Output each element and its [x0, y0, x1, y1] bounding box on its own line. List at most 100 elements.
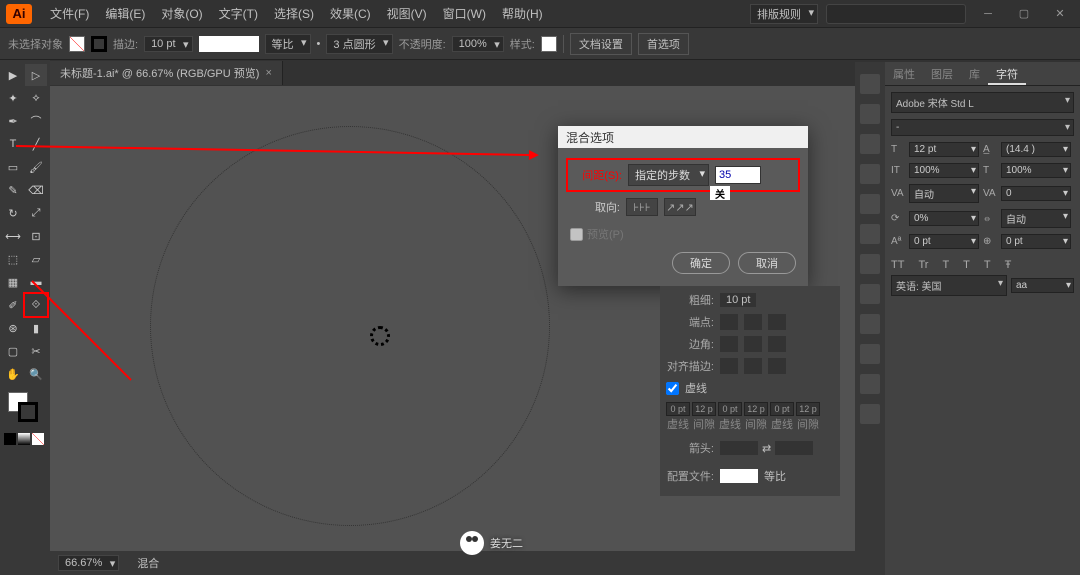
cancel-button[interactable]: 取消 [738, 252, 796, 274]
ok-button[interactable]: 确定 [672, 252, 730, 274]
rotation-input[interactable]: 0% [909, 211, 979, 226]
zoom-dropdown[interactable]: 66.67% [58, 555, 119, 571]
stroke-profile-dropdown[interactable]: 3 点圆形 [326, 34, 392, 54]
stroke-swatch[interactable] [91, 36, 107, 52]
sp-weight-value[interactable]: 10 pt [720, 293, 756, 307]
menu-effect[interactable]: 效果(C) [322, 5, 379, 22]
dock-stroke-icon[interactable] [860, 194, 880, 214]
panel-tab-libraries[interactable]: 库 [961, 62, 988, 85]
dash-val-1[interactable] [692, 402, 716, 416]
corner-round[interactable] [744, 336, 762, 352]
cap-butt[interactable] [720, 314, 738, 330]
minimize-icon[interactable]: ─ [974, 4, 1002, 24]
dock-swatches-icon[interactable] [860, 104, 880, 124]
rotation2-input[interactable]: 自动 [1001, 209, 1071, 228]
leading-input[interactable]: (14.4 ) [1001, 142, 1071, 157]
color-mode-switches[interactable] [2, 431, 48, 447]
dash-val-3[interactable] [744, 402, 768, 416]
align-center[interactable] [720, 358, 738, 374]
pen-tool[interactable]: ✒ [2, 110, 24, 132]
maximize-icon[interactable]: ▢ [1010, 4, 1038, 24]
close-icon[interactable]: ✕ [1046, 4, 1074, 24]
menu-help[interactable]: 帮助(H) [494, 5, 551, 22]
graphic-style-swatch[interactable] [541, 36, 557, 52]
tracking-input[interactable]: 0 [1001, 186, 1071, 201]
stroke-ratio-dropdown[interactable]: 等比 [265, 34, 311, 54]
profile-preview[interactable] [720, 469, 758, 483]
align-outside[interactable] [768, 358, 786, 374]
panel-tab-properties[interactable]: 属性 [885, 62, 923, 85]
direct-selection-tool[interactable]: ▷ [25, 64, 47, 86]
fill-stroke-indicator[interactable] [2, 386, 48, 430]
dash-val-0[interactable] [666, 402, 690, 416]
font-style-dropdown[interactable]: - [891, 119, 1074, 136]
menu-type[interactable]: 文字(T) [211, 5, 266, 22]
language-dropdown[interactable]: 英语: 美国 [891, 275, 1007, 296]
preferences-button[interactable]: 首选项 [638, 33, 689, 55]
lasso-tool[interactable]: ⟡ [25, 87, 47, 109]
artwork-small-circle[interactable] [370, 326, 390, 346]
hscale-input[interactable]: 100% [1001, 163, 1071, 178]
dock-appearance-icon[interactable] [860, 284, 880, 304]
zoom-tool[interactable]: 🔍 [25, 363, 47, 385]
menu-file[interactable]: 文件(F) [42, 5, 97, 22]
dash-val-2[interactable] [718, 402, 742, 416]
aa-input[interactable]: 0 pt [1001, 234, 1071, 249]
orientation-align-path[interactable]: ↗↗↗ [664, 198, 696, 216]
slice-tool[interactable]: ✂ [25, 340, 47, 362]
artboard-tool[interactable]: ▢ [2, 340, 24, 362]
baseline-input[interactable]: 0 pt [909, 234, 979, 249]
kerning-input[interactable]: 自动 [909, 184, 979, 203]
hand-tool[interactable]: ✋ [2, 363, 24, 385]
mesh-tool[interactable]: ▦ [2, 271, 24, 293]
dash-val-5[interactable] [796, 402, 820, 416]
artwork-large-circle[interactable] [150, 126, 550, 526]
line-tool[interactable]: ╱ [25, 133, 47, 155]
opacity-dropdown[interactable]: 100% [452, 36, 504, 52]
vscale-input[interactable]: 100% [909, 163, 979, 178]
dock-graphic-styles-icon[interactable] [860, 314, 880, 334]
arrow-end[interactable] [775, 441, 813, 455]
eyedropper-tool[interactable]: ✐ [2, 294, 24, 316]
paintbrush-tool[interactable]: 🖌 [25, 156, 47, 178]
stroke-weight-dropdown[interactable]: 10 pt [144, 36, 192, 52]
curvature-tool[interactable]: ⌒ [25, 110, 47, 132]
corner-bevel[interactable] [768, 336, 786, 352]
dock-artboards-icon[interactable] [860, 404, 880, 424]
dock-gradient-icon[interactable] [860, 224, 880, 244]
menu-select[interactable]: 选择(S) [266, 5, 322, 22]
fill-swatch[interactable] [69, 36, 85, 52]
stroke-style-preview[interactable] [199, 36, 259, 52]
eraser-tool[interactable]: ⌫ [25, 179, 47, 201]
selection-tool[interactable]: ▶ [2, 64, 24, 86]
dock-transparency-icon[interactable] [860, 254, 880, 274]
shape-builder-tool[interactable]: ⬚ [2, 248, 24, 270]
search-stock[interactable] [826, 4, 966, 24]
font-family-dropdown[interactable]: Adobe 宋体 Std L [891, 92, 1074, 113]
dock-color-icon[interactable] [860, 74, 880, 94]
tt-underline[interactable]: T [984, 259, 991, 271]
orientation-align-page[interactable]: ⊦⊦⊦ [626, 198, 658, 216]
rotate-tool[interactable]: ↻ [2, 202, 24, 224]
symbol-sprayer-tool[interactable]: ⊛ [2, 317, 24, 339]
perspective-tool[interactable]: ▱ [25, 248, 47, 270]
magic-wand-tool[interactable]: ✦ [2, 87, 24, 109]
panel-tab-layers[interactable]: 图层 [923, 62, 961, 85]
blend-tool[interactable]: ⟐ [25, 294, 47, 316]
width-tool[interactable]: ⟷ [2, 225, 24, 247]
type-tool[interactable]: T [2, 133, 24, 155]
tab-close-icon[interactable]: × [265, 67, 271, 79]
corner-miter[interactable] [720, 336, 738, 352]
tt-smallcaps[interactable]: Tr [918, 259, 928, 271]
aa-method[interactable]: aa [1011, 278, 1074, 293]
workspace-dropdown[interactable]: 排版规则 [750, 4, 818, 24]
spacing-mode-dropdown[interactable]: 指定的步数 [628, 164, 709, 186]
arrow-start[interactable] [720, 441, 758, 455]
dock-layers-icon[interactable] [860, 344, 880, 364]
scale-tool[interactable]: ⤢ [25, 202, 47, 224]
panel-tab-character[interactable]: 字符 [988, 62, 1026, 85]
free-transform-tool[interactable]: ⊡ [25, 225, 47, 247]
tt-sub[interactable]: T [963, 259, 970, 271]
menu-object[interactable]: 对象(O) [153, 5, 210, 22]
menu-edit[interactable]: 编辑(E) [97, 5, 153, 22]
